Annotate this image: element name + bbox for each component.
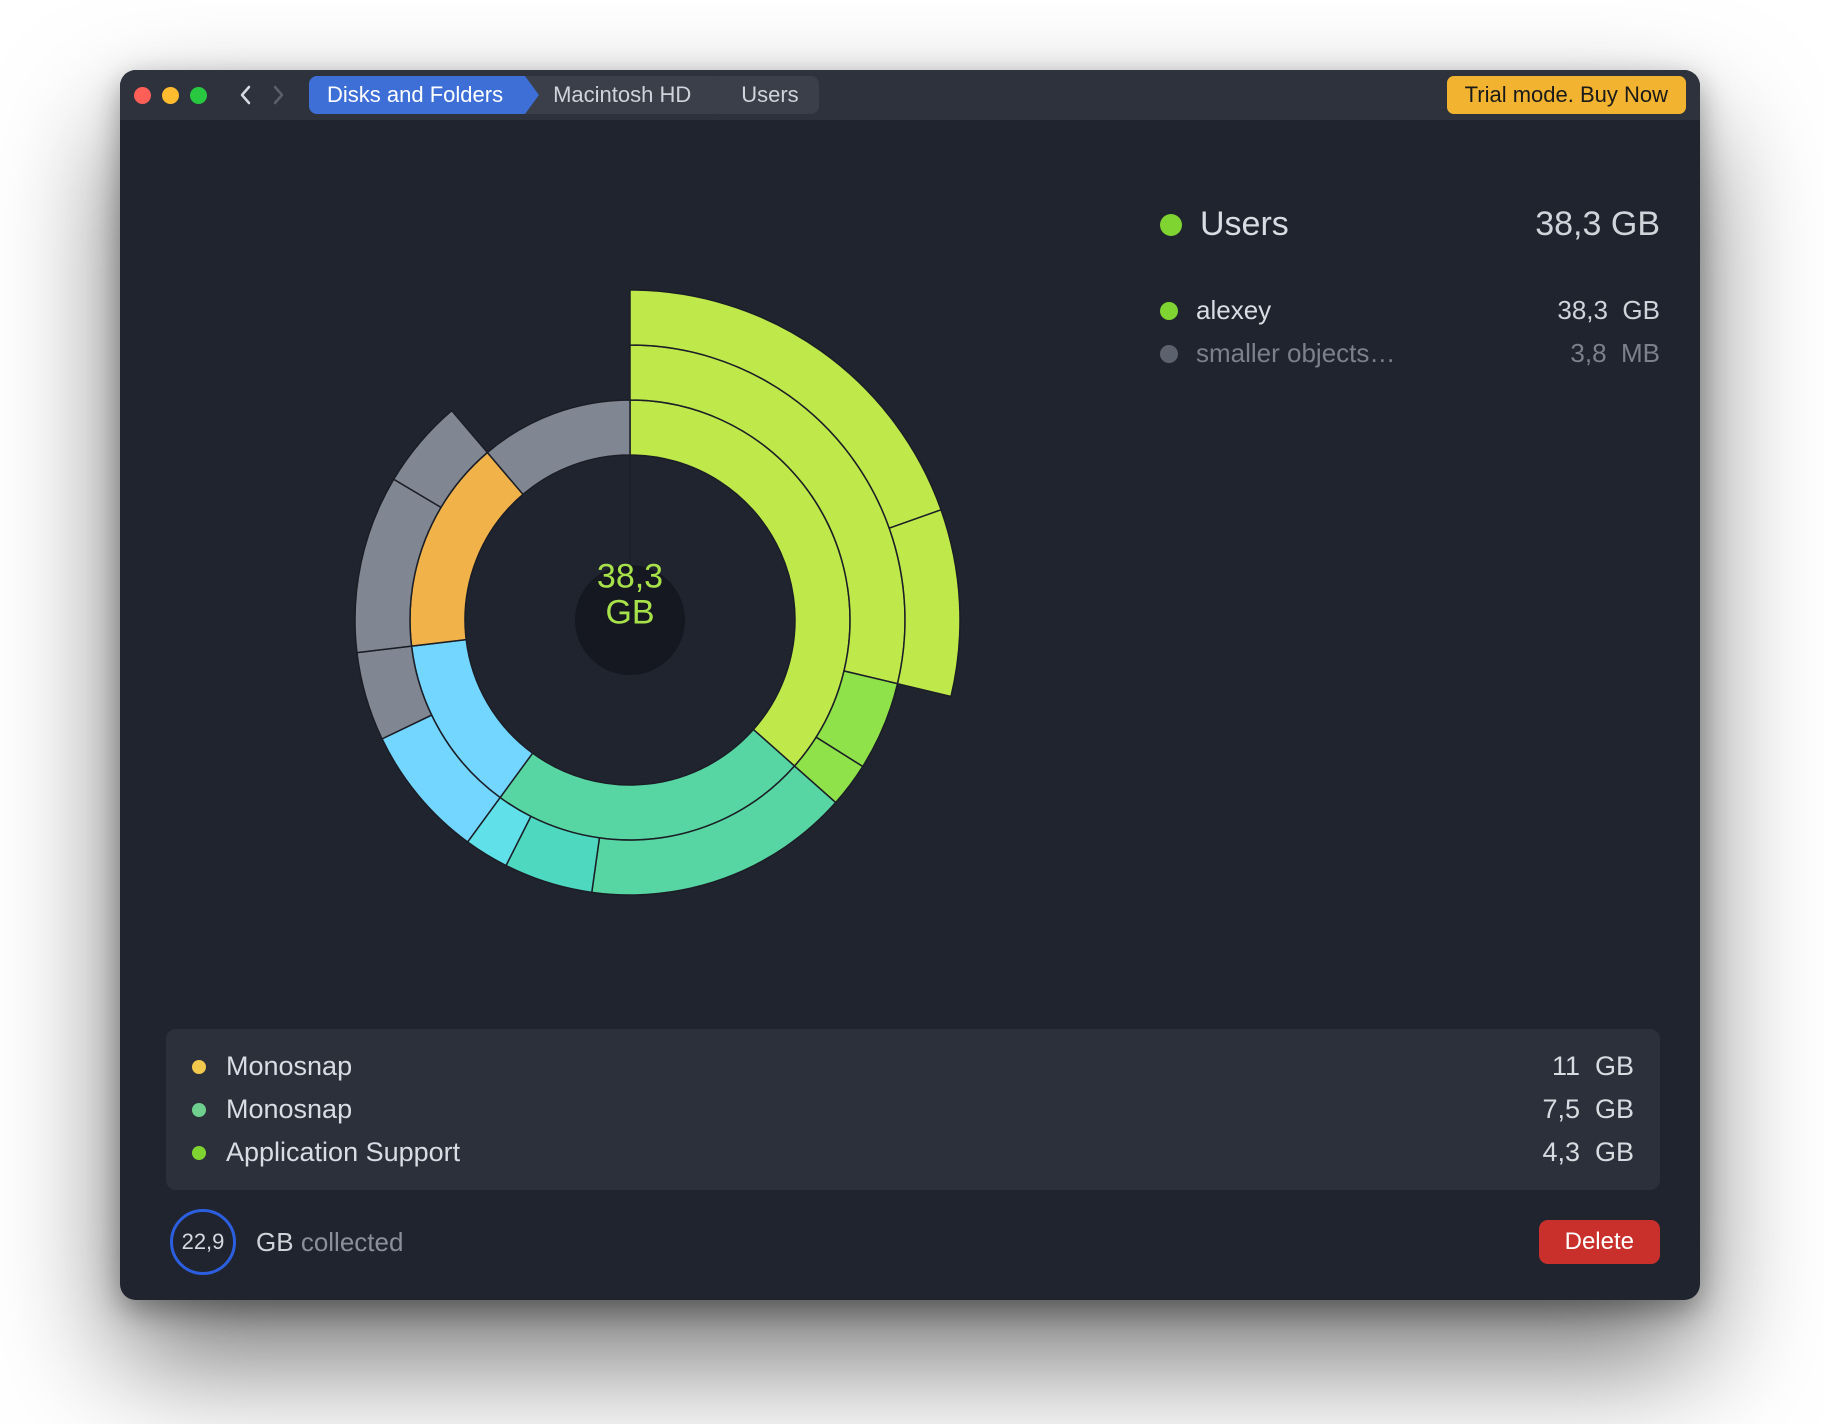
collected-label: GB collected — [256, 1227, 403, 1258]
folder-size: 38,3 GB — [1441, 166, 1660, 283]
nav-buttons — [233, 80, 291, 110]
titlebar: Disks and Folders Macintosh HD Users Tri… — [120, 70, 1700, 120]
nav-forward-button[interactable] — [265, 80, 291, 110]
selection-panel: Monosnap 11 GBMonosnap7,5 GBApplication … — [166, 1029, 1660, 1190]
selection-name: Monosnap — [226, 1094, 1542, 1125]
color-dot-icon — [1160, 214, 1182, 236]
current-folder-row[interactable]: Users 38,3 GB — [1160, 160, 1660, 289]
selection-size: 4,3 GB — [1542, 1137, 1634, 1168]
chart-center[interactable] — [575, 565, 685, 675]
selection-name: Application Support — [226, 1137, 1542, 1168]
folder-name: Users — [1200, 205, 1441, 244]
color-dot-icon — [1160, 345, 1178, 363]
selection-row[interactable]: Monosnap 11 GB — [192, 1045, 1634, 1088]
collected-badge[interactable]: 22,9 — [170, 1209, 236, 1275]
trial-buy-button[interactable]: Trial mode. Buy Now — [1447, 76, 1686, 114]
folder-row[interactable]: smaller objects…3,8 MB — [1160, 332, 1660, 375]
close-icon[interactable] — [134, 87, 151, 104]
breadcrumb: Disks and Folders Macintosh HD Users — [309, 76, 819, 114]
color-dot-icon — [192, 1060, 206, 1074]
app-window: Disks and Folders Macintosh HD Users Tri… — [120, 70, 1700, 1300]
selection-name: Monosnap — [226, 1051, 1544, 1082]
breadcrumb-item[interactable]: Users — [713, 76, 818, 114]
sunburst-chart[interactable]: 38,3 GB — [180, 180, 1080, 1010]
color-dot-icon — [192, 1103, 206, 1117]
window-controls — [134, 87, 207, 104]
footer: 22,9 GB collected Delete — [170, 1212, 1660, 1272]
nav-back-button[interactable] — [233, 80, 259, 110]
color-dot-icon — [192, 1146, 206, 1160]
folder-size: 3,8 MB — [1570, 338, 1660, 369]
folder-row[interactable]: alexey38,3 GB — [1160, 289, 1660, 332]
zoom-icon[interactable] — [190, 87, 207, 104]
breadcrumb-item[interactable]: Macintosh HD — [525, 76, 713, 114]
breadcrumb-item[interactable]: Disks and Folders — [309, 76, 525, 114]
minimize-icon[interactable] — [162, 87, 179, 104]
selection-row[interactable]: Application Support4,3 GB — [192, 1131, 1634, 1174]
folder-contents-list: Users 38,3 GB alexey38,3 GBsmaller objec… — [1160, 160, 1660, 375]
delete-button[interactable]: Delete — [1539, 1220, 1660, 1264]
folder-name: alexey — [1196, 295, 1557, 326]
selection-row[interactable]: Monosnap7,5 GB — [192, 1088, 1634, 1131]
color-dot-icon — [1160, 302, 1178, 320]
folder-size: 38,3 GB — [1557, 295, 1660, 326]
folder-name: smaller objects… — [1196, 338, 1570, 369]
selection-size: 7,5 GB — [1542, 1094, 1634, 1125]
selection-size: 11 GB — [1544, 1051, 1634, 1082]
